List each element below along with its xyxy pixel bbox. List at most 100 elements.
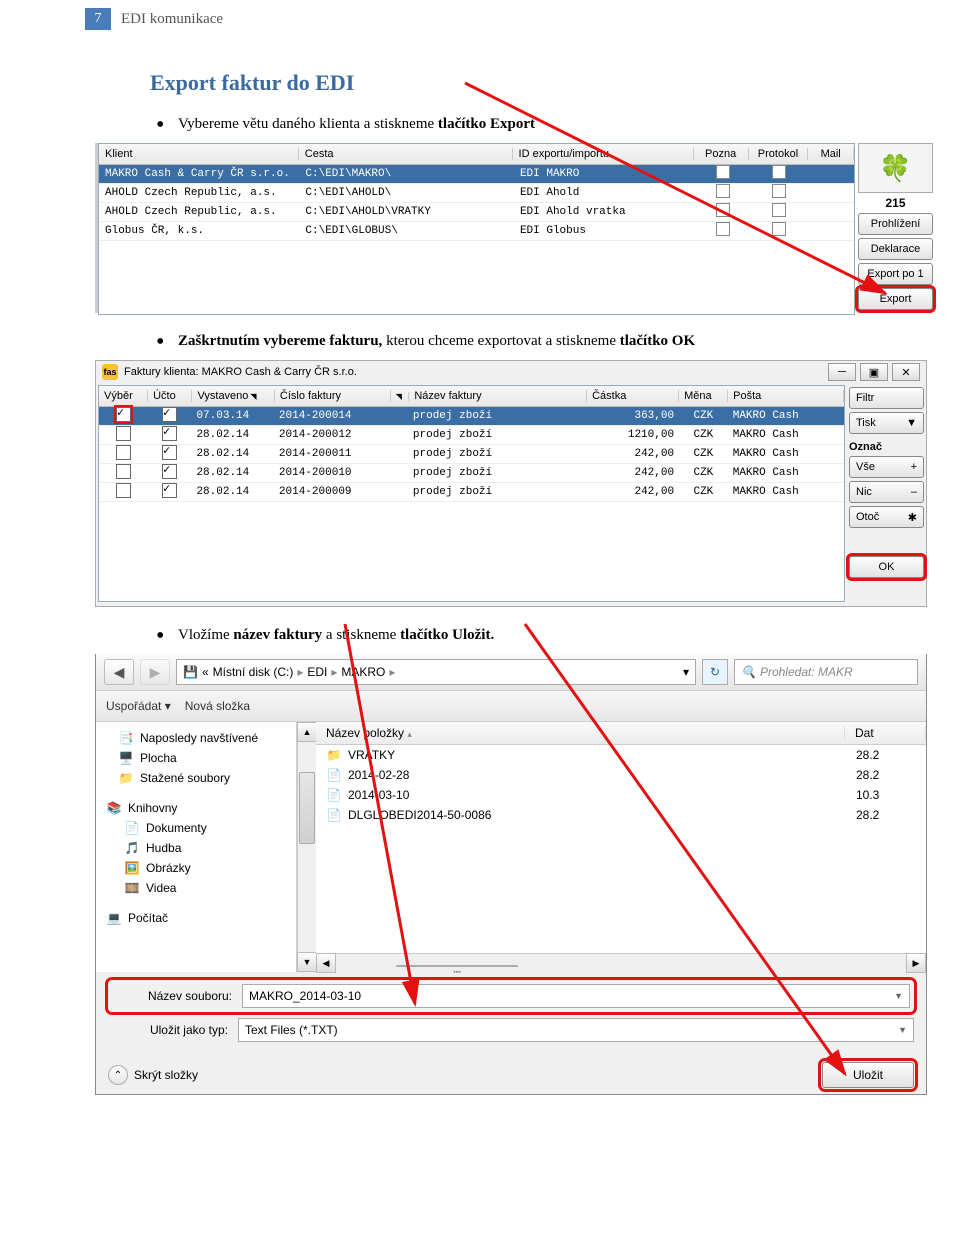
- file-row[interactable]: 📁VRATKY28.2: [316, 745, 926, 765]
- col-nazev[interactable]: Název faktury: [409, 390, 587, 402]
- col-date[interactable]: Dat: [845, 726, 926, 740]
- scrollbar-horizontal[interactable]: ◀ ▪▪▪ ▶: [316, 953, 926, 972]
- invoice-row[interactable]: 28.02.142014-200011prodej zboží242,00CZK…: [99, 445, 844, 464]
- ucto-checkbox[interactable]: [162, 426, 177, 441]
- scroll-right-icon[interactable]: ▶: [906, 953, 926, 973]
- nav-downloads[interactable]: 📁Stažené soubory: [96, 768, 296, 788]
- vyber-checkbox[interactable]: [116, 483, 131, 498]
- checkbox[interactable]: [772, 184, 786, 198]
- vyber-checkbox[interactable]: [116, 464, 131, 479]
- vyber-checkbox[interactable]: [116, 407, 131, 422]
- nav-music[interactable]: 🎵Hudba: [96, 838, 296, 858]
- file-row[interactable]: 📄2014-03-1010.3: [316, 785, 926, 805]
- col-protokol[interactable]: Protokol: [749, 148, 809, 160]
- deklarace-button[interactable]: Deklarace: [858, 238, 933, 260]
- invoice-row[interactable]: 28.02.142014-200012prodej zboží1210,00CZ…: [99, 426, 844, 445]
- page-header: 7 EDI komunikace: [0, 0, 960, 30]
- breadcrumb-edi[interactable]: EDI: [307, 665, 327, 679]
- col-id[interactable]: ID exportu/importu: [513, 148, 694, 160]
- checkbox[interactable]: [716, 184, 730, 198]
- col-vyber[interactable]: Výběr: [99, 390, 148, 402]
- scrollbar-vertical[interactable]: ▲ ▼: [297, 722, 316, 972]
- scroll-thumb[interactable]: ▪▪▪: [396, 965, 518, 967]
- col-castka[interactable]: Částka: [587, 390, 679, 402]
- ok-button[interactable]: OK: [849, 556, 924, 578]
- col-name[interactable]: Název položky ▴: [316, 726, 845, 740]
- col-vystaveno[interactable]: Vystaveno◥: [192, 390, 274, 402]
- col-pozna[interactable]: Pozna: [694, 148, 749, 160]
- nic-button[interactable]: Nic–: [849, 481, 924, 503]
- filename-input[interactable]: MAKRO_2014-03-10▼: [242, 984, 910, 1008]
- client-row[interactable]: MAKRO Cash & Carry ČR s.r.o.C:\EDI\MAKRO…: [99, 165, 854, 184]
- scroll-thumb[interactable]: [299, 772, 315, 844]
- col-sort-icon[interactable]: ◥: [391, 392, 410, 401]
- checkbox[interactable]: [716, 203, 730, 217]
- export-po-1-button[interactable]: Export po 1: [858, 263, 933, 285]
- clients-header: Klient Cesta ID exportu/importu Pozna Pr…: [99, 144, 854, 165]
- ucto-checkbox[interactable]: [162, 445, 177, 460]
- nova-slozka-button[interactable]: Nová složka: [185, 699, 250, 713]
- invoice-row[interactable]: 07.03.142014-200014prodej zboží363,00CZK…: [99, 407, 844, 426]
- ucto-checkbox[interactable]: [162, 464, 177, 479]
- col-mail[interactable]: Mail: [808, 148, 854, 160]
- col-posta[interactable]: Pošta: [728, 390, 844, 402]
- scroll-left-icon[interactable]: ◀: [316, 953, 336, 973]
- vyber-checkbox[interactable]: [116, 445, 131, 460]
- disk-icon: 💾: [183, 665, 198, 679]
- vyber-checkbox[interactable]: [116, 426, 131, 441]
- doc-title: EDI komunikace: [121, 11, 223, 28]
- prohlizeni-button[interactable]: Prohlížení: [858, 213, 933, 235]
- export-button[interactable]: Export: [858, 288, 933, 310]
- titlebar: fas Faktury klienta: MAKRO Cash & Carry …: [96, 361, 926, 383]
- scroll-up-icon[interactable]: ▲: [297, 722, 317, 742]
- chevron-down-icon[interactable]: ▾: [683, 665, 689, 679]
- nav-computer[interactable]: 💻Počítač: [96, 908, 296, 928]
- nav-libraries[interactable]: 📚Knihovny: [96, 798, 296, 818]
- checkbox[interactable]: [772, 165, 786, 179]
- col-cislo[interactable]: Číslo faktury: [275, 390, 391, 402]
- client-row[interactable]: Globus ČR, k.s.C:\EDI\GLOBUS\EDI Globus: [99, 222, 854, 241]
- breadcrumb-disk[interactable]: Místní disk (C:): [213, 665, 294, 679]
- col-klient[interactable]: Klient: [99, 148, 299, 160]
- nav-forward-button[interactable]: ▶: [140, 659, 170, 685]
- nav-documents[interactable]: 📄Dokumenty: [96, 818, 296, 838]
- expand-button[interactable]: ⌃: [108, 1065, 128, 1085]
- nav-back-button[interactable]: ◀: [104, 659, 134, 685]
- maximize-button[interactable]: ▣: [860, 363, 888, 381]
- client-row[interactable]: AHOLD Czech Republic, a.s.C:\EDI\AHOLD\E…: [99, 184, 854, 203]
- invoice-row[interactable]: 28.02.142014-200010prodej zboží242,00CZK…: [99, 464, 844, 483]
- hide-folders-link[interactable]: Skrýt složky: [134, 1068, 198, 1082]
- checkbox[interactable]: [772, 222, 786, 236]
- nav-desktop[interactable]: 🖥️Plocha: [96, 748, 296, 768]
- search-input[interactable]: 🔍 Prohledat: MAKR: [734, 659, 918, 685]
- save-button[interactable]: Uložit: [822, 1062, 914, 1088]
- close-button[interactable]: ✕: [892, 363, 920, 381]
- breadcrumb-makro[interactable]: MAKRO: [341, 665, 385, 679]
- otoc-button[interactable]: Otoč✱: [849, 506, 924, 528]
- checkbox[interactable]: [716, 222, 730, 236]
- file-row[interactable]: 📄DLGLOBEDI2014-50-008628.2: [316, 805, 926, 825]
- ucto-checkbox[interactable]: [162, 407, 177, 422]
- col-mena[interactable]: Měna: [679, 390, 728, 402]
- checkbox[interactable]: [772, 203, 786, 217]
- client-row[interactable]: AHOLD Czech Republic, a.s.C:\EDI\AHOLD\V…: [99, 203, 854, 222]
- address-bar[interactable]: 💾 « Místní disk (C:) ▸ EDI ▸ MAKRO ▸ ▾: [176, 659, 696, 685]
- col-cesta[interactable]: Cesta: [299, 148, 513, 160]
- tisk-button[interactable]: Tisk▼: [849, 412, 924, 434]
- usporadat-button[interactable]: Uspořádat ▾: [106, 699, 171, 713]
- nav-videos[interactable]: 🎞️Videa: [96, 878, 296, 898]
- vse-button[interactable]: Vše+: [849, 456, 924, 478]
- checkbox[interactable]: [716, 165, 730, 179]
- refresh-button[interactable]: ↻: [702, 659, 728, 685]
- col-ucto[interactable]: Účto: [148, 390, 192, 402]
- invoice-row[interactable]: 28.02.142014-200009prodej zboží242,00CZK…: [99, 483, 844, 502]
- nav-pictures[interactable]: 🖼️Obrázky: [96, 858, 296, 878]
- ucto-checkbox[interactable]: [162, 483, 177, 498]
- nav-tree: 📑Naposledy navštívené 🖥️Plocha 📁Stažené …: [96, 722, 297, 972]
- minimize-button[interactable]: ─: [828, 363, 856, 381]
- filetype-select[interactable]: Text Files (*.TXT)▼: [238, 1018, 914, 1042]
- scroll-down-icon[interactable]: ▼: [297, 952, 317, 972]
- file-row[interactable]: 📄2014-02-2828.2: [316, 765, 926, 785]
- nav-recent[interactable]: 📑Naposledy navštívené: [96, 728, 296, 748]
- filtr-button[interactable]: Filtr: [849, 387, 924, 409]
